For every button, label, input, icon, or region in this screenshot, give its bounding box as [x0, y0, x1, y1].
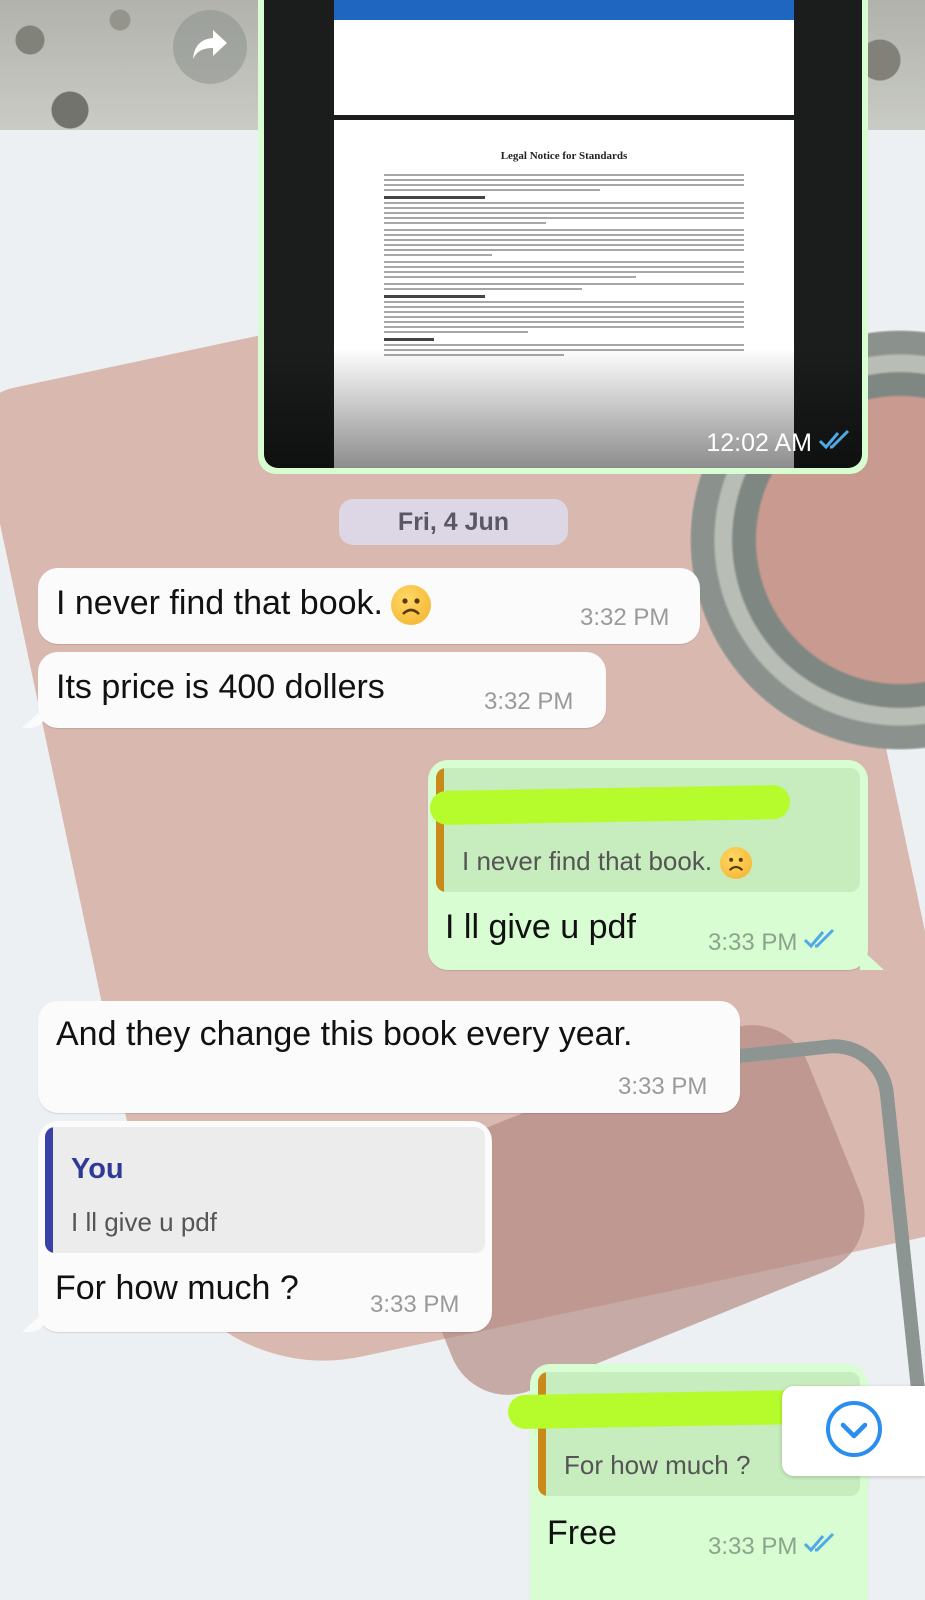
message-time: 3:33 PM — [708, 1532, 798, 1560]
frowning-face-emoji — [720, 847, 753, 880]
quoted-author: You — [71, 1153, 124, 1185]
double-check-icon — [803, 1532, 837, 1561]
message-time: 12:02 AM — [706, 429, 812, 457]
message-text: Its price is 400 dollers — [56, 668, 385, 706]
redaction-mark — [429, 784, 791, 826]
incoming-message[interactable]: You I ll give u pdf For how much ? 3:33 … — [38, 1121, 492, 1332]
message-time: 3:33 PM — [708, 928, 798, 956]
forward-button[interactable] — [173, 10, 247, 84]
document-screenshot-image[interactable]: Legal Notice for Standards 12:02 AM — [264, 0, 862, 468]
forward-arrow-icon — [191, 28, 229, 67]
incoming-message[interactable]: Its price is 400 dollers 3:32 PM — [38, 652, 606, 728]
image-message-meta: 12:02 AM — [706, 429, 852, 458]
double-check-icon — [803, 928, 837, 957]
message-text: I never find that book. — [56, 584, 383, 622]
quoted-text: For how much ? — [564, 1450, 751, 1480]
image-message[interactable]: Legal Notice for Standards 12:02 AM — [258, 0, 868, 474]
frowning-face-emoji — [390, 585, 431, 626]
quoted-text: I ll give u pdf — [71, 1207, 217, 1237]
double-check-icon — [818, 429, 852, 458]
message-time: 3:32 PM — [580, 604, 670, 631]
message-text: Free — [547, 1514, 617, 1552]
outgoing-message[interactable]: I never find that book. I ll give u pdf … — [428, 760, 868, 970]
message-text: For how much ? — [55, 1269, 299, 1307]
date-separator: Fri, 4 Jun — [339, 499, 568, 545]
chevron-down-circle-icon — [824, 1399, 884, 1464]
document-title: Legal Notice for Standards — [500, 150, 628, 162]
quoted-text: I never find that book. — [462, 846, 713, 876]
message-text: And they change this book every year. — [56, 1015, 633, 1053]
message-time: 3:33 PM — [370, 1291, 460, 1318]
message-time: 3:32 PM — [484, 688, 574, 715]
quoted-message[interactable]: You I ll give u pdf — [45, 1127, 485, 1253]
incoming-message[interactable]: And they change this book every year. 3:… — [38, 1001, 740, 1113]
message-time: 3:33 PM — [618, 1073, 708, 1100]
message-text: I ll give u pdf — [445, 908, 636, 946]
scroll-to-bottom-button[interactable] — [782, 1386, 925, 1476]
incoming-message[interactable]: I never find that book. 3:32 PM — [38, 568, 700, 644]
